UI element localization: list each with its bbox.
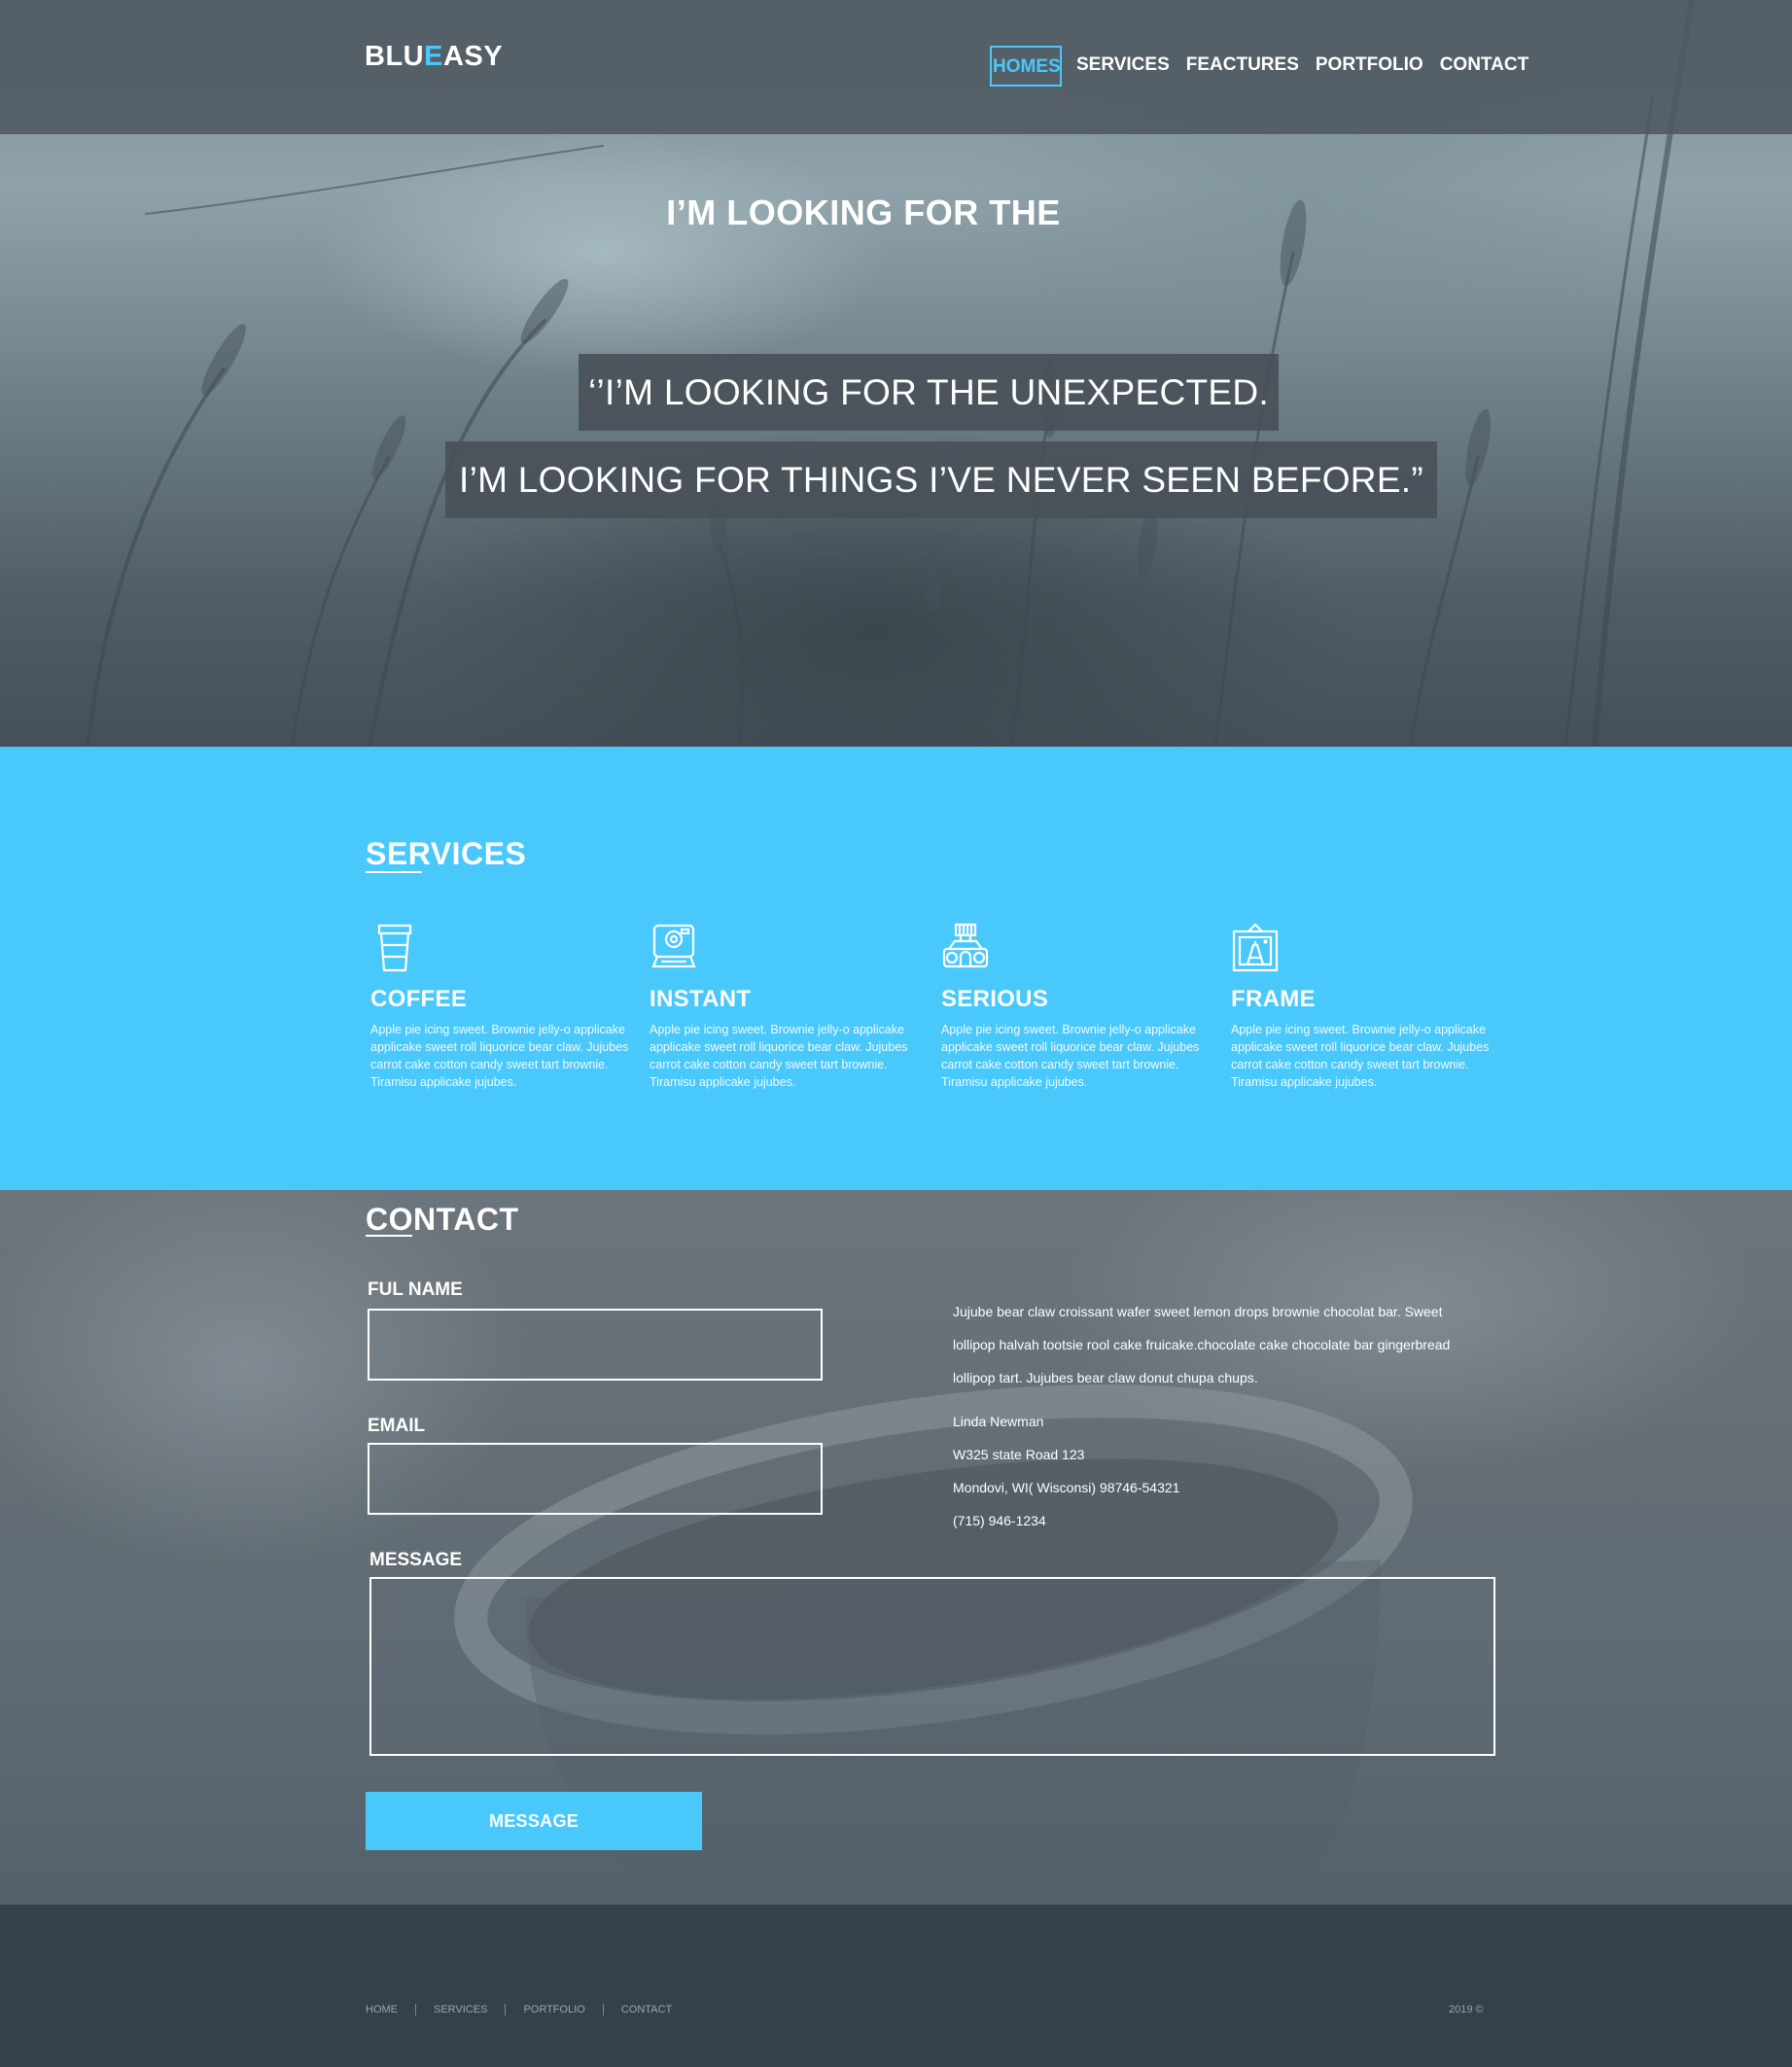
copyright-text: 2019 © — [1449, 2004, 1484, 2015]
footer-link-home[interactable]: HOME — [366, 2004, 398, 2015]
contact-title-underline — [366, 1235, 412, 1237]
site-logo[interactable]: BLUEASY — [365, 41, 503, 73]
contact-name: Linda Newman — [953, 1414, 1044, 1429]
service-card-frame: FRAME Apple pie icing sweet. Brownie jel… — [1231, 922, 1493, 1091]
email-input[interactable] — [368, 1443, 823, 1515]
services-section: SERVICES COFFEE Apple pie icing sweet. B… — [0, 747, 1792, 1190]
services-title: SERVICES — [366, 836, 527, 871]
picture-frame-icon — [1232, 923, 1279, 972]
message-submit-button[interactable]: MESSAGE — [366, 1792, 702, 1850]
main-nav: HOMES SERVICES FEACTURES PORTFOLIO CONTA… — [990, 46, 1543, 87]
footer-separator — [505, 2004, 507, 2015]
hero-section: BLUEASY HOMES SERVICES FEACTURES PORTFOL… — [0, 0, 1792, 747]
nav-item-portfolio[interactable]: PORTFOLIO — [1314, 46, 1425, 87]
nav-item-feactures[interactable]: FEACTURES — [1184, 46, 1301, 87]
nav-item-homes[interactable]: HOMES — [990, 46, 1062, 87]
full-name-input[interactable] — [368, 1309, 823, 1381]
contact-street: W325 state Road 123 — [953, 1447, 1085, 1462]
message-label: MESSAGE — [369, 1550, 463, 1570]
logo-text-accent: E — [424, 41, 443, 72]
page-footer: HOME SERVICES PORTFOLIO CONTACT 2019 © — [0, 1905, 1792, 2067]
full-name-label: FUL NAME — [368, 1279, 463, 1300]
service-name: FRAME — [1231, 986, 1316, 1012]
footer-separator — [415, 2004, 416, 2015]
logo-text-part1: BLU — [365, 41, 425, 72]
coffee-cup-background-image — [454, 1384, 1413, 1905]
service-name: SERIOUS — [941, 986, 1049, 1012]
service-description: Apple pie icing sweet. Brownie jelly-o a… — [370, 1023, 629, 1089]
instant-camera-icon — [651, 924, 696, 968]
footer-separator — [602, 2004, 604, 2015]
nav-item-services[interactable]: SERVICES — [1074, 46, 1172, 87]
coffee-cup-icon — [377, 924, 412, 972]
service-description: Apple pie icing sweet. Brownie jelly-o a… — [650, 1023, 908, 1089]
service-description: Apple pie icing sweet. Brownie jelly-o a… — [941, 1023, 1200, 1089]
hero-quote-line-2: I’M LOOKING FOR THINGS I’VE NEVER SEEN B… — [445, 441, 1437, 518]
hero-headline: I’M LOOKING FOR THE — [666, 193, 1061, 232]
top-navigation-bar: BLUEASY HOMES SERVICES FEACTURES PORTFOL… — [0, 0, 1792, 134]
logo-text-part2: ASY — [442, 41, 504, 72]
contact-city: Mondovi, WI( Wisconsi) 98746-54321 — [953, 1480, 1180, 1495]
service-description: Apple pie icing sweet. Brownie jelly-o a… — [1231, 1023, 1490, 1089]
contact-phone: (715) 946-1234 — [953, 1513, 1046, 1528]
footer-link-services[interactable]: SERVICES — [434, 2004, 487, 2015]
message-textarea[interactable] — [369, 1577, 1495, 1756]
footer-link-portfolio[interactable]: PORTFOLIO — [523, 2004, 584, 2015]
contact-title: CONTACT — [366, 1202, 519, 1237]
service-name: COFFEE — [370, 986, 468, 1012]
footer-link-contact[interactable]: CONTACT — [621, 2004, 672, 2015]
service-card-instant: INSTANT Apple pie icing sweet. Brownie j… — [650, 922, 912, 1091]
contact-section: CONTACT FUL NAME EMAIL MESSAGE Jujube be… — [0, 1190, 1792, 1905]
hero-quote-line-1: ‘’I’M LOOKING FOR THE UNEXPECTED. — [579, 354, 1279, 431]
service-card-coffee: COFFEE Apple pie icing sweet. Brownie je… — [370, 922, 633, 1091]
email-label: EMAIL — [368, 1416, 426, 1436]
service-name: INSTANT — [650, 986, 752, 1012]
film-camera-icon — [942, 923, 989, 968]
footer-nav: HOME SERVICES PORTFOLIO CONTACT — [366, 2004, 672, 2015]
nav-item-contact[interactable]: CONTACT — [1438, 46, 1530, 87]
service-card-serious: SERIOUS Apple pie icing sweet. Brownie j… — [941, 922, 1204, 1091]
contact-description: Jujube bear claw croissant wafer sweet l… — [953, 1304, 1451, 1385]
services-title-underline — [366, 871, 422, 873]
